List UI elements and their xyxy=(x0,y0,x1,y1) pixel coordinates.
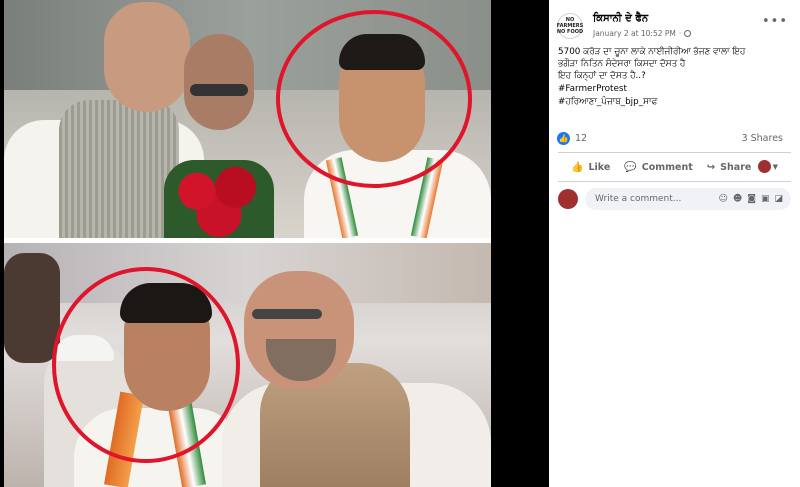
crowd-person-left xyxy=(4,253,60,363)
highlight-circle-bottom xyxy=(52,267,240,463)
reaction-count: 12 xyxy=(575,133,588,144)
share-arrow-icon: ↪ xyxy=(706,161,716,173)
post-author-name[interactable]: ਕਿਸਾਨੀ ਦੇ ਫੈਨ xyxy=(593,13,648,24)
bottom-photo-background xyxy=(4,243,491,303)
action-bar: 👍 Like 💬 Comment ↪ Share xyxy=(558,155,791,179)
top-left-person-head xyxy=(104,2,190,112)
top-left-person-vest xyxy=(59,100,179,238)
meta-separator: · xyxy=(678,29,682,38)
camera-icon[interactable]: ◙ xyxy=(747,194,756,204)
post-meta: January 2 at 10:52 PM · xyxy=(593,29,692,38)
comment-placeholder: Write a comment... xyxy=(595,194,682,204)
emoji-icon[interactable]: ☻ xyxy=(733,194,742,204)
hashtag-farmer-protest[interactable]: #FarmerProtest xyxy=(558,84,796,96)
post-as-selector[interactable]: ▼ xyxy=(757,160,778,173)
top-middle-person-glasses xyxy=(190,84,248,96)
divider-bottom xyxy=(558,181,791,182)
smiley-icon[interactable]: ☺ xyxy=(718,194,727,204)
bottom-right-person-glasses xyxy=(252,309,322,319)
post-panel: NO FARMERS NO FOOD ਕਿਸਾਨੀ ਦੇ ਫੈਨ January… xyxy=(549,0,800,487)
comment-tools: ☺ ☻ ◙ ▣ ◪ xyxy=(718,194,783,204)
post-text-line-2: ਭਗੌੜਾ ਨਿਤਿਨ ਸੰਦੇਸਰਾ ਕਿਸਦਾ ਦੋਸਤ ਹੈ xyxy=(558,59,686,69)
like-reaction-icon: 👍 xyxy=(557,132,570,145)
thumbs-up-icon: 👍 xyxy=(571,161,584,173)
chevron-down-icon: ▼ xyxy=(772,162,778,171)
bottom-photo xyxy=(4,243,491,487)
share-button[interactable]: ↪ Share xyxy=(707,162,752,173)
post-date[interactable]: January 2 at 10:52 PM xyxy=(593,29,676,38)
like-button[interactable]: 👍 Like xyxy=(571,162,610,173)
sticker-icon[interactable]: ◪ xyxy=(774,194,783,204)
reactions-summary[interactable]: 👍 12 xyxy=(557,132,587,145)
post-image[interactable] xyxy=(0,0,549,487)
divider-top xyxy=(558,152,791,153)
page-avatar-logo-text: NO FARMERS NO FOOD xyxy=(556,17,584,35)
page-avatar[interactable]: NO FARMERS NO FOOD xyxy=(557,13,583,39)
share-label: Share xyxy=(720,161,752,173)
post-text-line-3: ਇਹ ਕਿਨ੍ਹਾਂ ਦਾ ਦੋਸਤ ਹੈ..? xyxy=(558,71,646,81)
globe-icon xyxy=(684,30,692,37)
top-middle-person-head xyxy=(184,34,254,130)
comment-input[interactable]: Write a comment... ☺ ☻ ◙ ▣ ◪ xyxy=(585,188,791,210)
image-side-margin xyxy=(491,0,549,487)
flower-bouquet xyxy=(164,160,274,238)
comment-button[interactable]: 💬 Comment xyxy=(624,162,693,173)
ellipsis-icon[interactable]: ••• xyxy=(762,14,788,29)
commenter-avatar xyxy=(558,189,578,209)
gif-icon[interactable]: ▣ xyxy=(761,194,770,204)
post-text-line-1: 5700 ਕਰੋੜ ਦਾ ਚੂਨਾ ਲਾਕੇ ਨਾਈਜੀਰੀਆ ਭੱਜਣ ਵਾਲ… xyxy=(558,47,746,57)
share-count[interactable]: 3 Shares xyxy=(742,133,783,144)
comment-label: Comment xyxy=(641,161,693,173)
hashtag-haryana-punjab[interactable]: #ਹਰਿਆਣਾ_ਪੰਜਾਬ_bjp_ਸਾਫ xyxy=(558,97,796,109)
user-avatar-small xyxy=(757,160,771,173)
like-label: Like xyxy=(588,161,611,173)
top-photo xyxy=(4,0,491,238)
comment-bubble-icon: 💬 xyxy=(624,161,637,173)
highlight-circle-top xyxy=(276,10,472,188)
